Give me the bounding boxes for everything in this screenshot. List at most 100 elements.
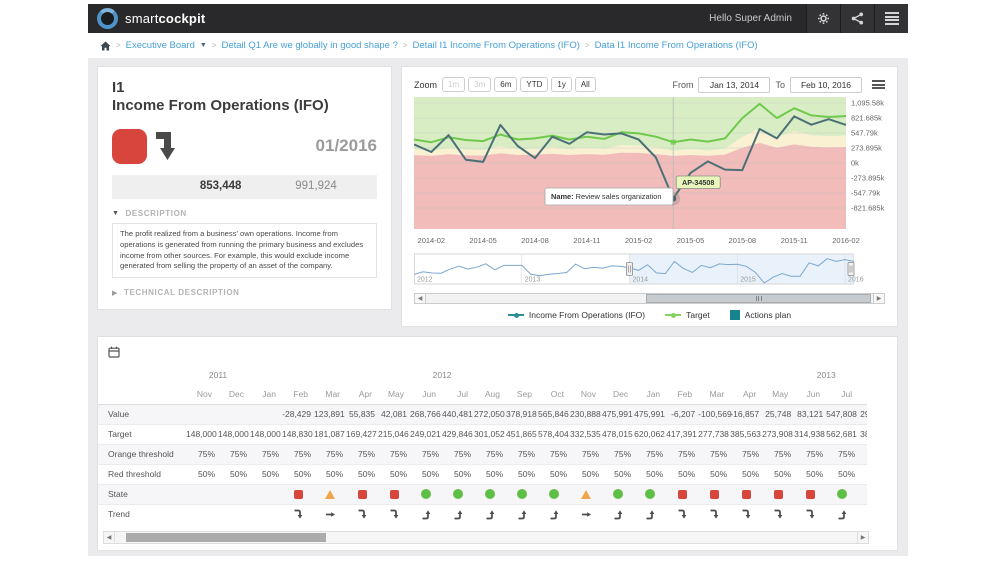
table-cell: 75% — [666, 444, 698, 464]
nav-scroll-thumb[interactable] — [646, 294, 870, 303]
table-cell: 277,738 — [698, 424, 730, 444]
action-plan-flag[interactable]: AP-34508 — [676, 176, 720, 189]
x-axis-label: 2016-02 — [832, 236, 860, 245]
technical-description-toggle[interactable]: ▶ TECHNICAL DESCRIPTION — [112, 288, 377, 297]
navigator-handle[interactable] — [627, 263, 633, 276]
table-cell: -6,207 — [666, 404, 698, 424]
table-cell: 578,404 — [538, 424, 570, 444]
table-cell: 75% — [218, 444, 250, 464]
table-cell: 75% — [602, 444, 634, 464]
state-green-icon — [517, 489, 527, 499]
main-chart[interactable]: Name: Review sales organizationAP-345081… — [414, 97, 885, 247]
nav-scroll-track[interactable] — [426, 293, 873, 304]
table-cell — [666, 484, 698, 504]
chart-tooltip: Name: Review sales organization — [545, 188, 673, 205]
table-cell — [506, 484, 538, 504]
status-red-square-icon — [112, 129, 147, 164]
month-header-row: NovDecJanFebMarAprMayJunJulAugSepOctNovD… — [98, 384, 867, 404]
table-cell: 50% — [314, 464, 346, 484]
table-cell — [346, 504, 378, 524]
month-header: May — [378, 384, 410, 404]
breadcrumb-separator: > — [403, 41, 408, 50]
kpi-current-value: 853,448 — [200, 180, 242, 192]
y-axis-label: 547.79k — [851, 129, 878, 138]
table-scroll-right-arrow[interactable]: ▶ — [857, 531, 869, 544]
table-cell: 148,000 — [250, 424, 282, 444]
description-toggle[interactable]: ▼ DESCRIPTION — [112, 209, 377, 218]
table-scroll-track[interactable] — [115, 531, 857, 544]
table-cell — [442, 504, 474, 524]
breadcrumb-link-1[interactable]: Detail Q1 Are we globally in good shape … — [221, 40, 397, 51]
zoom-button-1m[interactable]: 1m — [442, 77, 465, 92]
table-cell: 565,846 — [538, 404, 570, 424]
trend-down-icon — [805, 509, 816, 520]
table-cell: 417,391 — [666, 424, 698, 444]
main-menu-button[interactable] — [874, 4, 908, 33]
breadcrumb-link-2[interactable]: Detail I1 Income From Operations (IFO) — [413, 40, 580, 51]
table-cell: 50% — [506, 464, 538, 484]
brand-logo[interactable]: smartcockpit — [88, 4, 205, 33]
description-label: DESCRIPTION — [126, 209, 187, 218]
home-icon[interactable] — [100, 41, 111, 51]
share-button[interactable] — [840, 4, 874, 33]
table-cell: 42,081 — [378, 404, 410, 424]
zoom-button-YTD[interactable]: YTD — [520, 77, 548, 92]
state-orange-icon — [581, 490, 591, 499]
navigator-chart[interactable]: 20122013201420152016 — [414, 252, 885, 286]
table-row-red: Red threshold50%50%50%50%50%50%50%50%50%… — [98, 464, 867, 484]
legend-item-0[interactable]: Income From Operations (IFO) — [508, 310, 645, 320]
x-axis-label: 2015-11 — [781, 236, 808, 245]
breadcrumb-link-0[interactable]: Executive Board — [126, 40, 195, 51]
chart-context-menu-button[interactable] — [872, 79, 885, 91]
kpi-status-row: 01/2016 — [112, 125, 377, 167]
zoom-button-6m[interactable]: 6m — [494, 77, 517, 92]
table-cell: 440,481 — [442, 404, 474, 424]
row-label: Value — [98, 404, 186, 424]
to-date-input[interactable]: Feb 10, 2016 — [790, 77, 862, 93]
state-green-icon — [485, 489, 495, 499]
state-red-icon — [294, 490, 303, 499]
zoom-button-All[interactable]: All — [575, 77, 596, 92]
state-red-icon — [742, 490, 751, 499]
table-cell: 50% — [666, 464, 698, 484]
legend-item-1[interactable]: Target — [665, 310, 710, 320]
nav-scroll-left-arrow[interactable]: ◀ — [414, 293, 426, 304]
hamburger-icon — [885, 11, 899, 27]
table-cell: 50% — [410, 464, 442, 484]
x-axis-label: 2015-02 — [625, 236, 653, 245]
table-cell — [186, 504, 218, 524]
navigator-handle[interactable] — [848, 263, 854, 276]
table-cell — [762, 484, 794, 504]
from-date-input[interactable]: Jan 13, 2014 — [698, 77, 770, 93]
table-cell: 451,865 — [506, 424, 538, 444]
table-cell: 75% — [826, 444, 858, 464]
table-cell: 620,062 — [634, 424, 666, 444]
state-red-icon — [806, 490, 815, 499]
table-cell: 273,908 — [762, 424, 794, 444]
zoom-button-1y[interactable]: 1y — [551, 77, 571, 92]
breadcrumb-link-3[interactable]: Data I1 Income From Operations (IFO) — [595, 40, 758, 51]
nav-scroll-right-arrow[interactable]: ▶ — [873, 293, 885, 304]
settings-button[interactable] — [806, 4, 840, 33]
table-cell: 75% — [698, 444, 730, 464]
table-scroll-thumb[interactable] — [126, 533, 326, 542]
legend-item-2[interactable]: Actions plan — [730, 310, 791, 320]
chevron-down-icon[interactable]: ▼ — [200, 42, 207, 49]
zoom-button-3m[interactable]: 3m — [468, 77, 491, 92]
trend-right-icon — [325, 509, 336, 520]
table-cell: 50% — [218, 464, 250, 484]
legend-line-swatch — [508, 314, 524, 316]
table-scroll-left-arrow[interactable]: ◀ — [103, 531, 115, 544]
table-cell — [602, 504, 634, 524]
table-cell: 314,938 — [794, 424, 826, 444]
table-cell: 50% — [730, 464, 762, 484]
calendar-icon[interactable] — [108, 346, 120, 358]
year-label: 2014 — [633, 277, 649, 284]
table-cell: 50% — [570, 464, 602, 484]
table-cell — [698, 484, 730, 504]
trend-down-icon — [741, 509, 752, 520]
table-cell: 75% — [794, 444, 826, 464]
table-cell — [730, 504, 762, 524]
table-cell: 50% — [538, 464, 570, 484]
table-cell: 75% — [378, 444, 410, 464]
